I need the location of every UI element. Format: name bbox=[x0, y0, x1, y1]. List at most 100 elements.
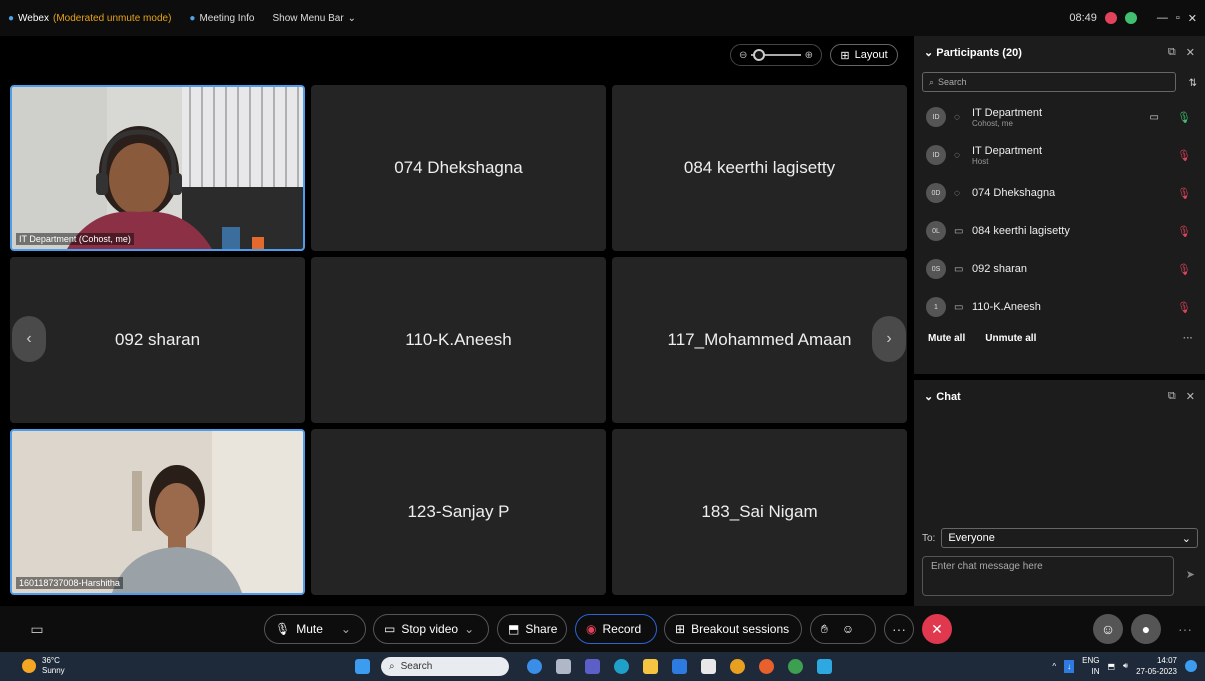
share-button[interactable]: ⬒ Share bbox=[497, 614, 567, 644]
chat-panel-button[interactable]: ● bbox=[1131, 614, 1161, 644]
close-panel-icon[interactable]: ✕ bbox=[1186, 390, 1195, 403]
breakout-sessions-button[interactable]: ⊞ Breakout sessions bbox=[664, 614, 802, 644]
popout-icon[interactable]: ⧉ bbox=[1168, 390, 1176, 403]
taskbar-search[interactable]: ⌕ Search bbox=[381, 657, 509, 676]
video-tile[interactable]: 117_Mohammed Amaan bbox=[612, 257, 907, 423]
file-explorer-icon[interactable] bbox=[643, 659, 658, 674]
mic-muted-icon[interactable]: 🎙︎ bbox=[1177, 263, 1191, 276]
video-tile[interactable]: 123-Sanjay P bbox=[311, 429, 606, 595]
mic-on-icon[interactable]: 🎙︎ bbox=[1177, 111, 1191, 124]
zoom-out-icon[interactable]: ⊖ bbox=[739, 50, 747, 61]
device-icon: ◌ bbox=[954, 187, 960, 199]
close-panel-icon[interactable]: ✕ bbox=[1186, 46, 1195, 59]
avatar: ID bbox=[926, 107, 946, 127]
participant-row[interactable]: 0D ◌ 074 Dhekshagna 🎙︎ bbox=[914, 174, 1205, 212]
mute-all-button[interactable]: Mute all bbox=[928, 333, 965, 344]
participant-video-image bbox=[12, 431, 303, 593]
captions-icon[interactable]: ▭ bbox=[22, 614, 52, 644]
sun-icon bbox=[22, 659, 36, 673]
video-tile[interactable]: 074 Dhekshagna bbox=[311, 85, 606, 251]
unmute-all-button[interactable]: Unmute all bbox=[985, 333, 1036, 344]
firefox-icon[interactable] bbox=[759, 659, 774, 674]
calendar-icon[interactable] bbox=[701, 659, 716, 674]
chevron-up-icon[interactable]: ^ bbox=[1052, 662, 1056, 671]
record-button[interactable]: ◉ Record bbox=[575, 614, 657, 644]
mic-muted-icon[interactable]: 🎙︎ bbox=[1177, 225, 1191, 238]
show-menu-bar-button[interactable]: Show Menu Bar ⌄ bbox=[273, 13, 357, 24]
reactions-button[interactable]: ✋︎ ☺ bbox=[810, 614, 876, 644]
participant-search-input[interactable]: ⌕ Search bbox=[922, 72, 1176, 92]
participants-panel-button[interactable]: ☺ bbox=[1093, 614, 1123, 644]
network-icon[interactable]: ⬒ bbox=[1107, 662, 1115, 671]
participants-title[interactable]: ⌄ Participants (20) bbox=[924, 46, 1022, 59]
tile-name: 084 keerthi lagisetty bbox=[683, 158, 836, 177]
chrome-profile-icon[interactable] bbox=[788, 659, 803, 674]
sort-icon[interactable]: ⇅ bbox=[1189, 78, 1197, 89]
video-tile[interactable]: 183_Sai Nigam bbox=[612, 429, 907, 595]
camera-icon: ▭ bbox=[384, 622, 396, 636]
language-indicator[interactable]: ENG IN bbox=[1082, 655, 1099, 677]
leave-meeting-button[interactable]: ✕ bbox=[922, 614, 952, 644]
start-icon[interactable] bbox=[355, 659, 370, 674]
video-tile-self[interactable]: IT Department (Cohost, me) bbox=[10, 85, 305, 251]
zoom-knob[interactable] bbox=[753, 49, 766, 61]
video-tile[interactable]: 160118737008-Harshitha bbox=[10, 429, 305, 595]
teams-icon[interactable] bbox=[585, 659, 600, 674]
taskbar-clock[interactable]: 14:07 27-05-2023 bbox=[1136, 655, 1177, 677]
video-tile[interactable]: 092 sharan bbox=[10, 257, 305, 423]
mic-muted-icon[interactable]: 🎙︎ bbox=[1177, 187, 1191, 200]
grid-icon: ⊞ bbox=[840, 49, 850, 62]
more-panels-icon[interactable]: ··· bbox=[1170, 614, 1200, 644]
mute-button[interactable]: 🎙︎ Mute ⌄ bbox=[264, 614, 366, 644]
chevron-down-icon: ⌄ bbox=[1181, 532, 1191, 545]
webex-icon[interactable] bbox=[817, 659, 832, 674]
chat-title[interactable]: ⌄ Chat bbox=[924, 390, 961, 403]
meeting-controls: ▭ 🎙︎ Mute ⌄ ▭ Stop video ⌄ ⬒ Share ◉ Rec… bbox=[0, 606, 1205, 652]
video-tile[interactable]: 084 keerthi lagisetty bbox=[612, 85, 907, 251]
zoom-slider[interactable]: ⊖ ⊕ bbox=[730, 44, 822, 66]
mic-muted-icon[interactable]: 🎙︎ bbox=[1177, 301, 1191, 314]
os-taskbar: 36°C Sunny ⌕ Search ^ ↓ ENG IN ⬒ 🔊︎ 14:07 2… bbox=[0, 652, 1205, 681]
notification-icon[interactable] bbox=[1185, 660, 1197, 672]
edge-icon[interactable] bbox=[614, 659, 629, 674]
mic-muted-icon[interactable]: 🎙︎ bbox=[1177, 149, 1191, 162]
host-icon: ◌ bbox=[954, 149, 960, 161]
weather-widget[interactable]: 36°C Sunny bbox=[22, 656, 65, 676]
video-icon[interactable]: ▭ bbox=[1150, 112, 1159, 123]
participant-row[interactable]: 1 ▭ 110-K.Aneesh 🎙︎ bbox=[914, 288, 1205, 326]
chat-message-input[interactable]: Enter chat message here bbox=[922, 556, 1174, 596]
previous-page-button[interactable]: ‹ bbox=[12, 316, 46, 362]
record-icon: ◉ bbox=[586, 622, 597, 636]
more-icon[interactable]: ··· bbox=[884, 614, 914, 644]
app-brand: ● Webex (Moderated unmute mode) bbox=[8, 13, 171, 24]
video-tile[interactable]: 110-K.Aneesh bbox=[311, 257, 606, 423]
stop-video-button[interactable]: ▭ Stop video ⌄ bbox=[373, 614, 489, 644]
app-icon[interactable] bbox=[527, 659, 542, 674]
recipient-select[interactable]: Everyone ⌄ bbox=[941, 528, 1198, 548]
participant-row[interactable]: ID ◌ IT Department Cohost, me ▭ 🎙︎ bbox=[914, 98, 1205, 136]
app-icon[interactable] bbox=[556, 659, 571, 674]
chrome-icon[interactable] bbox=[730, 659, 745, 674]
volume-icon[interactable]: 🔊︎ bbox=[1123, 661, 1128, 671]
participant-row[interactable]: 0S ▭ 092 sharan 🎙︎ bbox=[914, 250, 1205, 288]
device-icon: ▭ bbox=[954, 263, 964, 275]
close-window-button[interactable]: ✕ bbox=[1188, 12, 1197, 25]
more-options-icon[interactable]: ··· bbox=[1183, 333, 1193, 344]
title-bar: ● Webex (Moderated unmute mode) ● Meetin… bbox=[0, 0, 1205, 36]
next-page-button[interactable]: › bbox=[872, 316, 906, 362]
tile-name: 183_Sai Nigam bbox=[701, 502, 818, 521]
layout-button[interactable]: ⊞ Layout bbox=[830, 44, 898, 66]
tile-name: 117_Mohammed Amaan bbox=[667, 330, 852, 349]
participant-row[interactable]: 0L ▭ 084 keerthi lagisetty 🎙︎ bbox=[914, 212, 1205, 250]
send-icon[interactable]: ➤ bbox=[1186, 568, 1195, 581]
device-icon: ▭ bbox=[954, 225, 964, 237]
maximize-button[interactable]: ▫ bbox=[1176, 12, 1180, 24]
zoom-in-icon[interactable]: ⊕ bbox=[805, 50, 813, 61]
recording-indicator-icon bbox=[1104, 12, 1117, 24]
meeting-info-button[interactable]: ● Meeting Info bbox=[189, 13, 254, 24]
minimize-button[interactable]: — bbox=[1157, 12, 1168, 24]
participant-row[interactable]: ID ◌ IT Department Host 🎙︎ bbox=[914, 136, 1205, 174]
download-icon[interactable]: ↓ bbox=[1064, 659, 1075, 673]
mail-icon[interactable] bbox=[672, 659, 687, 674]
popout-icon[interactable]: ⧉ bbox=[1168, 46, 1176, 59]
